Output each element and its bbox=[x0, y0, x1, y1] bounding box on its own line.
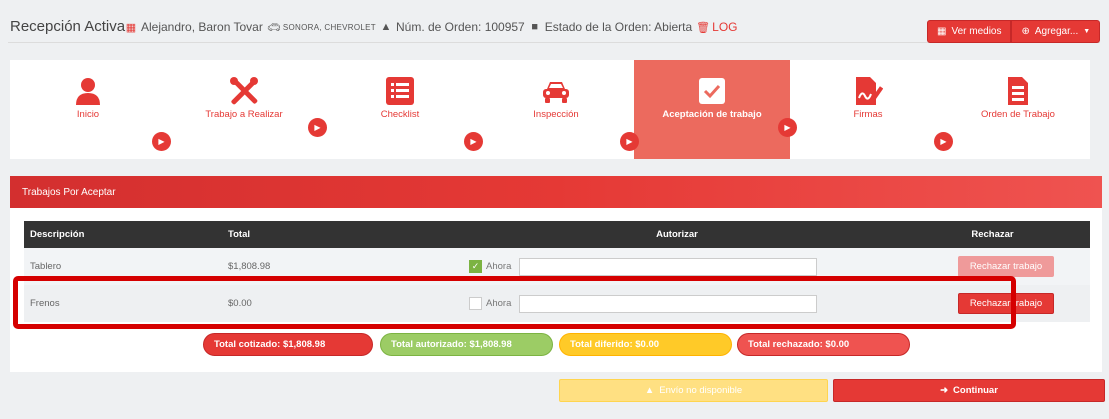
ver-medios-label: Ver medios bbox=[951, 26, 1002, 37]
panel-title: Trabajos Por Aceptar bbox=[10, 176, 1102, 208]
step-aceptacion-de-trabajo[interactable]: Aceptación de trabajo bbox=[634, 60, 790, 159]
check-square-icon bbox=[699, 78, 725, 104]
warning-icon: ▲ bbox=[644, 385, 655, 396]
total-autorizado-badge: Total autorizado: $1,808.98 bbox=[380, 333, 553, 356]
step-checklist[interactable]: Checklist bbox=[322, 60, 478, 159]
order-status: Estado de la Orden: Abierta bbox=[544, 20, 693, 34]
envio-button[interactable]: ▲ Envío no disponible bbox=[559, 379, 828, 402]
rechazar-trabajo-button[interactable]: Rechazar trabajo bbox=[958, 256, 1054, 277]
document-icon bbox=[1008, 77, 1028, 105]
ahora-checkbox[interactable]: ✓ bbox=[469, 260, 482, 273]
user-icon bbox=[76, 78, 100, 105]
agregar-label: Agregar... bbox=[1034, 26, 1079, 37]
step-orden-de-trabajo[interactable]: Orden de Trabajo bbox=[946, 60, 1090, 159]
step-next-arrow[interactable]: ▶ bbox=[152, 132, 171, 151]
wizard-steps: Inicio Trabajo a Realizar Checklist Insp… bbox=[10, 60, 1090, 159]
ahora-label: Ahora bbox=[486, 261, 512, 272]
road-icon: ▲ bbox=[380, 21, 392, 33]
highlight-box bbox=[13, 276, 1016, 329]
agregar-button[interactable]: ⊕ Agregar... ▼ bbox=[1011, 20, 1101, 43]
grid-icon: ▦ bbox=[937, 26, 947, 37]
checklist-icon bbox=[386, 77, 414, 105]
step-label: Firmas bbox=[853, 109, 883, 120]
log-link[interactable]: LOG bbox=[712, 20, 737, 34]
trabajos-panel: Trabajos Por Aceptar Descripción Total A… bbox=[10, 176, 1102, 372]
col-autorizar: Autorizar bbox=[459, 221, 895, 248]
col-total: Total bbox=[222, 221, 459, 248]
signature-icon bbox=[856, 77, 883, 105]
step-next-arrow[interactable]: ▶ bbox=[464, 132, 483, 151]
ver-medios-button[interactable]: ▦ Ver medios bbox=[927, 20, 1012, 43]
header: Recepción Activa ▦ Alejandro, Baron Tova… bbox=[0, 0, 1109, 48]
step-label: Inicio bbox=[76, 109, 100, 120]
step-next-arrow[interactable]: ▶ bbox=[778, 118, 797, 137]
step-next-arrow[interactable]: ▶ bbox=[934, 132, 953, 151]
step-label: Aceptación de trabajo bbox=[662, 109, 762, 120]
step-label: Orden de Trabajo bbox=[981, 109, 1055, 120]
step-inspeccion[interactable]: Inspección bbox=[478, 60, 634, 159]
step-trabajo-a-realizar[interactable]: Trabajo a Realizar bbox=[166, 60, 322, 159]
step-next-arrow[interactable]: ▶ bbox=[308, 118, 327, 137]
envio-label: Envío no disponible bbox=[659, 385, 743, 396]
order-number: Núm. de Orden: 100957 bbox=[395, 20, 525, 34]
total-rechazado-badge: Total rechazado: $0.00 bbox=[737, 333, 910, 356]
trash-icon: 🗑︎ bbox=[696, 21, 711, 34]
calendar-icon: ▦ bbox=[125, 21, 137, 34]
col-rechazar: Rechazar bbox=[895, 221, 1090, 248]
order-info: ▦ Alejandro, Baron Tovar 🚗︎ SONORA, CHEV… bbox=[125, 20, 738, 34]
page-title: Recepción Activa bbox=[10, 18, 126, 35]
plus-circle-icon: ⊕ bbox=[1021, 26, 1030, 37]
car-icon: 🚗︎ bbox=[266, 21, 281, 34]
vehicle-name: SONORA, CHEVROLET bbox=[282, 22, 376, 32]
arrow-circle-right-icon: ➜ bbox=[940, 385, 949, 396]
authorize-note-input[interactable] bbox=[519, 257, 818, 276]
tools-icon bbox=[230, 77, 258, 105]
col-descripcion: Descripción bbox=[24, 221, 222, 248]
folder-icon: ■ bbox=[531, 21, 539, 33]
step-firmas[interactable]: Firmas bbox=[790, 60, 946, 159]
total-diferido-badge: Total diferido: $0.00 bbox=[559, 333, 732, 356]
total-cotizado-badge: Total cotizado: $1,808.98 bbox=[203, 333, 373, 356]
authorize-controls: ✓ Ahora bbox=[465, 257, 889, 276]
continuar-label: Continuar bbox=[953, 385, 998, 396]
step-inicio[interactable]: Inicio bbox=[10, 60, 166, 159]
header-button-group: ▦ Ver medios ⊕ Agregar... ▼ bbox=[927, 20, 1101, 43]
step-next-arrow[interactable]: ▶ bbox=[620, 132, 639, 151]
car-icon bbox=[543, 82, 569, 103]
step-label: Checklist bbox=[380, 109, 420, 120]
caret-down-icon: ▼ bbox=[1083, 28, 1091, 35]
step-label: Trabajo a Realizar bbox=[205, 109, 283, 120]
step-label: Inspección bbox=[533, 109, 579, 120]
client-name: Alejandro, Baron Tovar bbox=[141, 20, 263, 34]
continuar-button[interactable]: ➜ Continuar bbox=[833, 379, 1105, 402]
